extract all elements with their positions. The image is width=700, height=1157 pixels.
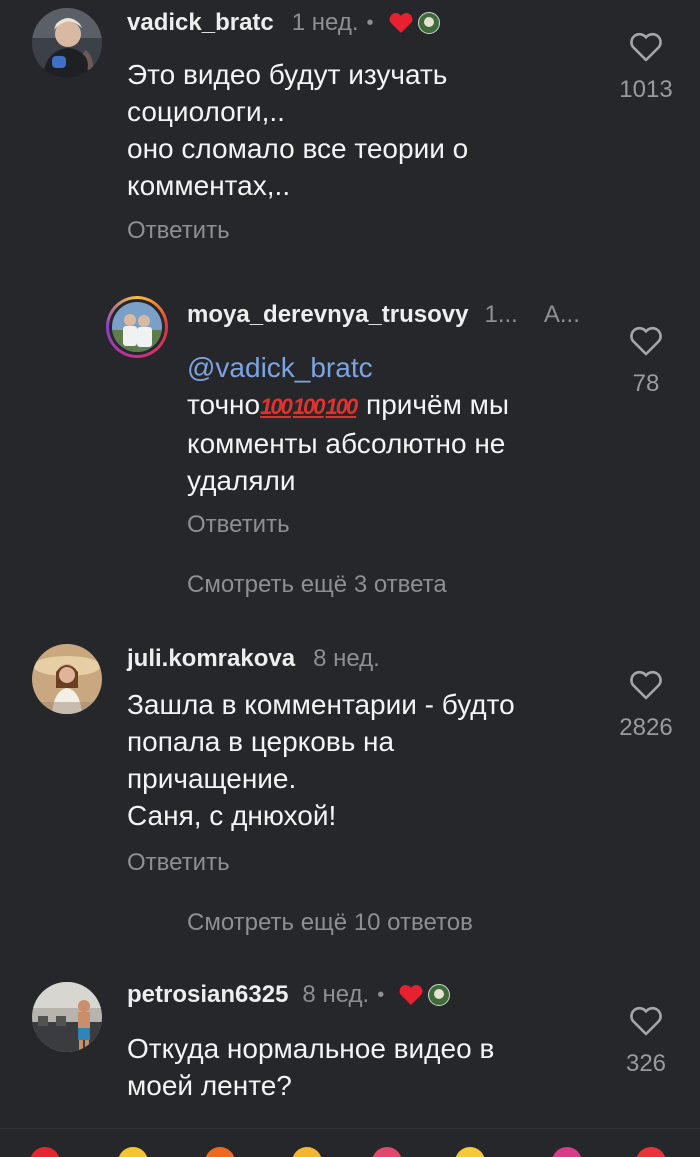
separator-dot: • [377,983,385,1006]
reply-line-prefix: точно [187,389,261,420]
reply-line-suffix: причём мы [358,389,509,420]
username[interactable]: vadick_bratc [127,9,274,37]
like-count: 2826 [619,714,673,741]
reply-button[interactable]: Ответить [127,849,230,877]
comment-line: Это видео будут изучать [127,59,448,90]
comment-line: Зашла в комментарии - будто [127,689,515,720]
creator-avatar-icon [428,984,451,1006]
comment-line: попала в церковь на [127,726,395,757]
reply-item: moya_derevnya_trusovy 1... А... @vadick_… [0,270,700,620]
reply-line: точно100100100 причём мы [187,386,587,425]
separator-dot: • [366,11,374,34]
heart-outline-icon [630,1006,662,1036]
comment-line: Саня, с днюхой! [127,800,337,831]
heart-outline-icon [630,670,662,700]
timestamp: 1 нед. [291,9,359,36]
username[interactable]: petrosian6325 [127,981,288,1009]
like-count: 326 [625,1050,667,1077]
creator-liked-heart-icon [398,984,424,1006]
username[interactable]: juli.komrakova [127,645,295,673]
heart-outline-icon [630,32,662,62]
reply-header: moya_derevnya_trusovy 1... А... [187,300,580,330]
avatar[interactable] [106,296,168,358]
reply-text: @vadick_bratc точно100100100 причём мы к… [187,349,587,499]
comment-line: моей ленте? [127,1070,292,1101]
like-count: 1013 [619,76,673,103]
comment-item: juli.komrakova 8 нед. Зашла в комментари… [0,620,700,960]
reply-button[interactable]: Ответить [187,511,290,539]
comment-text: Зашла в комментарии - будто попала в цер… [127,686,597,834]
comment-item: vadick_bratc 1 нед. • Это видео будут из… [0,0,700,270]
comment-line: социологи,.. [127,96,285,127]
like-button[interactable]: 2826 [601,670,691,742]
like-count: 78 [632,370,660,397]
comment-header: vadick_bratc 1 нед. • [127,8,440,38]
like-button[interactable]: 326 [601,1006,691,1078]
hundred-points-icon: 100 [260,394,293,419]
view-more-replies-button[interactable]: Смотреть ещё 3 ответа [187,571,447,599]
comment-text: Откуда нормальное видео в моей ленте? [127,1030,597,1104]
author-label: А... [543,301,580,328]
hundred-points-icon: 100 [325,394,359,419]
comment-line: оно сломало все теории о [127,133,469,164]
view-more-replies-button[interactable]: Смотреть ещё 10 ответов [187,909,473,937]
like-button[interactable]: 78 [601,326,691,398]
reply-line: комменты абсолютно не [187,428,506,459]
creator-liked-heart-icon [388,12,414,34]
comment-item: petrosian6325 8 нед. • Откуда нормальное… [0,960,700,1128]
reply-button[interactable]: Ответить [127,217,230,245]
comment-header: petrosian6325 8 нед. • [127,980,451,1010]
avatar[interactable] [32,8,102,78]
reply-line: удаляли [187,465,296,496]
comment-line: причащение. [127,763,297,794]
hundred-points-icon: 100 [292,394,326,419]
avatar[interactable] [32,982,102,1052]
comment-line: Откуда нормальное видео в [127,1033,495,1064]
emoji-reaction-bar [0,1128,700,1157]
like-button[interactable]: 1013 [601,32,691,104]
heart-outline-icon [630,326,662,356]
comment-header: juli.komrakova 8 нед. [127,644,380,674]
comment-text: Это видео будут изучать социологи,.. оно… [127,56,597,204]
timestamp: 8 нед. [313,645,380,672]
username[interactable]: moya_derevnya_trusovy [187,301,468,329]
timestamp: 8 нед. [302,981,370,1008]
avatar[interactable] [32,644,102,714]
timestamp: 1... [484,301,518,328]
creator-avatar-icon [417,12,440,34]
mention-link[interactable]: @vadick_bratc [187,349,587,386]
comment-line: комментах,.. [127,170,291,201]
